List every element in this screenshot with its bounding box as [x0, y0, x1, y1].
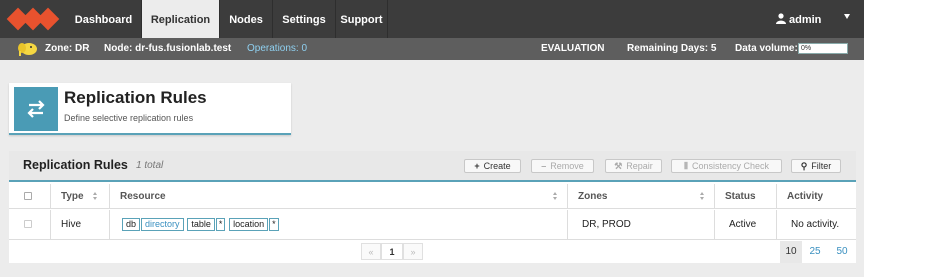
column-zones[interactable]: Zones	[567, 184, 714, 209]
panel-header: Replication Rules 1 total + Create – Remov…	[9, 151, 856, 182]
user-icon	[776, 13, 786, 24]
page-size-50[interactable]: 50	[831, 241, 853, 263]
row-type: Hive	[50, 210, 109, 240]
brand-logo[interactable]	[0, 0, 66, 38]
row-status: Active	[714, 210, 776, 240]
resource-location-value: *	[269, 217, 279, 231]
resource-table-key: table	[187, 217, 215, 231]
user-name: admin	[789, 14, 822, 26]
row-resource: db directory table * location *	[109, 210, 567, 240]
table-header: Type Resource Zones Status Activity	[9, 184, 856, 209]
page-subtitle: Define selective replication rules	[64, 113, 194, 123]
sort-icon[interactable]	[700, 192, 705, 201]
user-menu[interactable]: admin	[776, 0, 821, 38]
page-header-card: Replication Rules Define selective repli…	[9, 83, 291, 135]
nav-settings[interactable]: Settings	[273, 0, 336, 38]
remaining-days: Remaining Days: 5	[627, 43, 717, 54]
wrench-icon: ⚒	[614, 161, 623, 171]
data-volume-bar: 0%	[798, 43, 848, 54]
column-resource[interactable]: Resource	[109, 184, 567, 209]
page-size-10[interactable]: 10	[780, 241, 802, 263]
filter-button[interactable]: ⚲ Filter	[791, 159, 841, 173]
column-type[interactable]: Type	[50, 184, 109, 209]
license-label: EVALUATION	[541, 43, 605, 54]
elephant-icon	[18, 43, 37, 56]
nav-nodes[interactable]: Nodes	[220, 0, 273, 38]
repair-button[interactable]: ⚒ Repair	[605, 159, 662, 173]
app-window: Dashboard Replication Nodes Settings Sup…	[0, 0, 864, 277]
page-1-button[interactable]: 1	[381, 243, 403, 260]
column-status: Status	[714, 184, 776, 209]
nav-dashboard[interactable]: Dashboard	[66, 0, 142, 38]
nav-support[interactable]: Support	[336, 0, 388, 38]
create-button[interactable]: + Create	[464, 159, 521, 173]
plus-icon: +	[474, 161, 480, 171]
replication-arrows-icon	[14, 87, 58, 131]
header-select-cell	[9, 184, 50, 209]
operations-link[interactable]: Operations: 0	[247, 43, 307, 54]
row-select-cell	[9, 210, 50, 240]
minus-icon: –	[541, 161, 547, 171]
row-activity: No activity.	[776, 210, 856, 240]
bars-icon: ⦀	[683, 161, 688, 171]
row-checkbox[interactable]	[24, 220, 32, 228]
sort-icon[interactable]	[93, 192, 98, 201]
search-icon: ⚲	[800, 161, 808, 171]
resource-db-key: db	[122, 217, 141, 231]
remove-button[interactable]: – Remove	[531, 159, 594, 173]
row-zones: DR, PROD	[567, 210, 714, 240]
consistency-check-button[interactable]: ⦀ Consistency Check	[671, 159, 782, 173]
status-bar: Zone: DR Node: dr-fus.fusionlab.test Ope…	[0, 38, 864, 60]
chevron-down-icon[interactable]	[844, 14, 850, 19]
zone-label: Zone: DR	[45, 43, 90, 54]
column-activity: Activity	[776, 184, 856, 209]
data-volume-label: Data volume:	[735, 43, 798, 54]
replication-rules-panel: Replication Rules 1 total + Create – Remov…	[9, 151, 856, 263]
page-size-25[interactable]: 25	[804, 241, 826, 263]
resource-table-value: *	[215, 217, 226, 231]
sort-icon[interactable]	[553, 192, 558, 201]
panel-title: Replication Rules	[23, 158, 128, 172]
prev-page-button[interactable]: «	[361, 243, 381, 260]
total-count: 1 total	[136, 160, 164, 171]
pagination: « 1 » 10 25 50	[9, 241, 856, 263]
nav-replication[interactable]: Replication	[142, 0, 220, 38]
next-page-button[interactable]: »	[403, 243, 423, 260]
table-row[interactable]: Hive db directory table * location * DR, PR…	[9, 210, 856, 240]
resource-db-value: directory	[141, 217, 184, 231]
select-all-checkbox[interactable]	[24, 192, 32, 200]
resource-location-key: location	[229, 217, 269, 231]
node-label: Node: dr-fus.fusionlab.test	[104, 43, 232, 54]
top-navbar: Dashboard Replication Nodes Settings Sup…	[0, 0, 864, 38]
page-title: Replication Rules	[64, 88, 207, 107]
